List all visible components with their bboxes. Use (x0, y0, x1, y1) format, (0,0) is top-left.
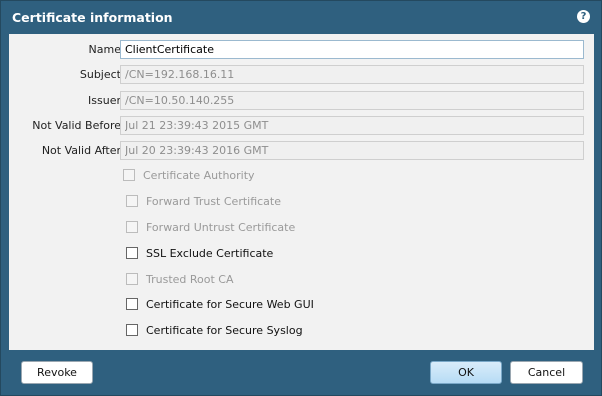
name-input[interactable] (120, 40, 584, 59)
checkbox-box (123, 169, 135, 181)
checkbox-label: Trusted Root CA (146, 273, 234, 286)
dialog-body: Name Subject Issuer Not Valid Before Not… (9, 34, 594, 350)
checkbox-label[interactable]: SSL Exclude Certificate (146, 247, 273, 260)
dialog-footer: Revoke OK Cancel (1, 350, 601, 395)
not-valid-after-input (120, 141, 584, 160)
ok-button[interactable]: OK (430, 361, 502, 384)
checkbox-box (126, 273, 138, 285)
certificate-dialog: Certificate information ? Name Subject I… (0, 0, 602, 396)
help-icon[interactable]: ? (577, 10, 590, 23)
checkbox-label[interactable]: Certificate for Secure Web GUI (146, 298, 314, 311)
not-valid-after-row: Not Valid After (9, 141, 594, 162)
checkbox-label: Forward Trust Certificate (146, 195, 282, 208)
cancel-button[interactable]: Cancel (510, 361, 583, 384)
subject-label: Subject (79, 68, 121, 81)
issuer-input (120, 91, 584, 110)
checkbox-box[interactable] (126, 247, 138, 259)
checkbox-label[interactable]: Certificate for Secure Syslog (146, 324, 303, 337)
checkbox-box (126, 195, 138, 207)
dialog-titlebar: Certificate information ? (1, 1, 601, 33)
checkbox-box (126, 221, 138, 233)
checkbox-box[interactable] (126, 324, 138, 336)
not-valid-before-input (120, 116, 584, 135)
issuer-label: Issuer (88, 94, 121, 107)
issuer-row: Issuer (9, 91, 594, 112)
name-row: Name (9, 40, 594, 61)
not-valid-before-row: Not Valid Before (9, 116, 594, 137)
checkbox-label: Certificate Authority (143, 169, 255, 182)
checkbox-box[interactable] (126, 298, 138, 310)
name-label: Name (88, 43, 121, 56)
not-valid-after-label: Not Valid After (41, 144, 121, 157)
subject-input (120, 65, 584, 84)
not-valid-before-label: Not Valid Before (32, 119, 121, 132)
dialog-title: Certificate information (12, 10, 173, 25)
revoke-button[interactable]: Revoke (21, 361, 93, 384)
checkbox-label: Forward Untrust Certificate (146, 221, 296, 234)
subject-row: Subject (9, 65, 594, 86)
